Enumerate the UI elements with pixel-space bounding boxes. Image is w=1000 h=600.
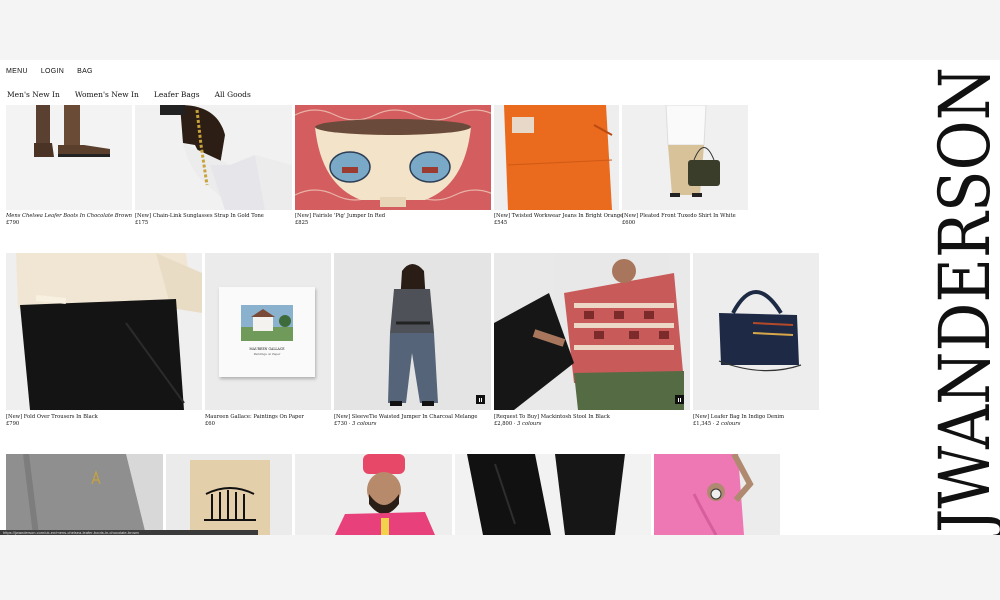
product-tile[interactable]: [Request To Buy] Mackintosh Stool In Bla… <box>494 253 690 428</box>
product-image-bowl <box>295 105 491 210</box>
book-cover: MAUREEN GALLACE Paintings on Paper <box>219 287 315 377</box>
bottom-margin <box>0 535 1000 600</box>
product-image-boots <box>34 105 110 157</box>
product-price: £790 <box>6 421 20 427</box>
product-image-stool-model <box>494 253 684 410</box>
product-image-pink-top <box>654 454 754 535</box>
product-caption: [Request To Buy] Mackintosh Stool In Bla… <box>494 414 610 427</box>
product-name[interactable]: [New] Fold Over Trousers In Black <box>6 414 98 421</box>
product-caption: [New] Leafer Bag In Indigo Denim £1,345 … <box>693 414 784 427</box>
product-image[interactable] <box>6 105 132 210</box>
product-tile[interactable]: [New] Pleated Front Tuxedo Shirt In Whit… <box>622 105 748 235</box>
product-price: £1,345 <box>693 421 712 427</box>
product-caption: [New] Twisted Workwear Jeans In Bright O… <box>494 213 623 227</box>
product-tile[interactable] <box>455 454 651 535</box>
menu-link[interactable]: MENU <box>6 68 28 75</box>
product-name[interactable]: [New] Fairisle 'Pig' Jumper In Red <box>295 213 385 220</box>
product-caption: Mens Chelsea Leafer Boots In Chocolate B… <box>6 213 132 227</box>
product-image[interactable] <box>166 454 292 535</box>
product-image[interactable] <box>135 105 292 210</box>
product-tile[interactable]: [New] Chain-Link Sunglasses Strap In Gol… <box>135 105 292 235</box>
product-image-grey-knit <box>6 454 146 535</box>
product-price: £545 <box>494 220 508 226</box>
product-image-model-chain <box>160 105 292 210</box>
product-tile[interactable]: [New] Leafer Bag In Indigo Denim £1,345 … <box>693 253 819 428</box>
product-name[interactable]: [New] Chain-Link Sunglasses Strap In Gol… <box>135 213 264 220</box>
book-painting <box>241 305 293 341</box>
product-tile[interactable]: [New] Fold Over Trousers In Black £790 <box>6 253 202 428</box>
brand-wordmark: JWANDERSON <box>924 67 1000 535</box>
product-image-leafer-bag <box>718 290 802 372</box>
product-caption: Maureen Gallace: Paintings On Paper £60 <box>205 414 304 428</box>
product-price: £600 <box>622 220 636 226</box>
product-image-chair-book <box>190 460 270 535</box>
product-name[interactable]: Mens Chelsea Leafer Boots In Chocolate B… <box>6 213 132 220</box>
product-tile[interactable] <box>295 454 452 535</box>
product-image-tuxedo-shirt <box>665 105 720 197</box>
category-leafer-bags[interactable]: Leafer Bags <box>154 90 200 99</box>
category-all-goods[interactable]: All Goods <box>215 90 251 99</box>
brand-logo-vertical: JWANDERSON <box>924 67 1000 535</box>
product-caption: [New] Fold Over Trousers In Black £790 <box>6 414 98 428</box>
product-tile[interactable] <box>166 454 292 535</box>
product-caption: [New] Pleated Front Tuxedo Shirt In Whit… <box>622 213 736 227</box>
product-name[interactable]: Maureen Gallace: Paintings On Paper <box>205 414 304 421</box>
product-image-jumper-model <box>388 264 438 406</box>
product-image[interactable]: MAUREEN GALLACE Paintings on Paper <box>205 253 331 410</box>
product-name[interactable]: [Request To Buy] Mackintosh Stool In Bla… <box>494 414 610 421</box>
product-image-black-trousers <box>467 454 625 535</box>
product-image[interactable] <box>455 454 651 535</box>
product-tile[interactable]: MAUREEN GALLACE Paintings on Paper Maure… <box>205 253 331 428</box>
product-price: £790 <box>6 220 20 226</box>
product-caption: [New] SleeveTie Waisted Jumper In Charco… <box>334 414 478 427</box>
product-image-pink-beanie-model <box>335 454 435 535</box>
product-colours: 2 colours <box>716 421 741 427</box>
bag-link[interactable]: BAG <box>77 68 93 75</box>
product-image[interactable] <box>494 105 619 210</box>
product-tile[interactable]: Mens Chelsea Leafer Boots In Chocolate B… <box>6 105 132 235</box>
category-womens-new-in[interactable]: Women's New In <box>75 90 139 99</box>
product-name[interactable]: [New] Twisted Workwear Jeans In Bright O… <box>494 213 623 220</box>
product-price: £175 <box>135 220 149 226</box>
product-image-orange-jeans <box>504 105 613 210</box>
book-subtitle: Paintings on Paper <box>253 352 281 356</box>
product-image[interactable] <box>693 253 819 410</box>
product-tile[interactable] <box>654 454 780 535</box>
product-name[interactable]: [New] Pleated Front Tuxedo Shirt In Whit… <box>622 213 736 220</box>
video-pause-button[interactable] <box>675 395 684 404</box>
product-caption: [New] Fairisle 'Pig' Jumper In Red £825 <box>295 213 385 227</box>
product-price: £2,800 <box>494 421 513 427</box>
product-image[interactable] <box>622 105 748 210</box>
product-image[interactable] <box>494 253 690 410</box>
product-image[interactable] <box>334 253 491 410</box>
product-price: £730 <box>334 421 348 427</box>
product-colours: 3 colours <box>352 421 377 427</box>
product-price: £60 <box>205 421 215 427</box>
product-image[interactable] <box>6 253 202 410</box>
utility-nav: MENU LOGIN BAG <box>6 68 93 75</box>
product-name[interactable]: [New] SleeveTie Waisted Jumper In Charco… <box>334 414 477 421</box>
product-colours: 3 colours <box>517 421 542 427</box>
product-tile[interactable]: [New] Fairisle 'Pig' Jumper In Red £825 <box>295 105 491 235</box>
category-nav: Men's New In Women's New In Leafer Bags … <box>7 90 251 99</box>
product-tile[interactable]: [New] Twisted Workwear Jeans In Bright O… <box>494 105 623 235</box>
product-image[interactable] <box>6 454 163 535</box>
product-price: £825 <box>295 220 309 226</box>
product-tile[interactable] <box>6 454 163 535</box>
book-title: MAUREEN GALLACE <box>249 347 285 351</box>
category-mens-new-in[interactable]: Men's New In <box>7 90 60 99</box>
login-link[interactable]: LOGIN <box>41 68 64 75</box>
video-pause-button[interactable] <box>476 395 485 404</box>
product-image[interactable] <box>295 454 452 535</box>
product-caption: [New] Chain-Link Sunglasses Strap In Gol… <box>135 213 264 227</box>
product-tile[interactable]: [New] SleeveTie Waisted Jumper In Charco… <box>334 253 491 428</box>
brand-logo[interactable]: JWANDERSON <box>921 60 1000 535</box>
product-image-fold-trousers <box>16 253 202 410</box>
page: MENU LOGIN BAG Men's New In Women's New … <box>0 60 1000 535</box>
product-name[interactable]: [New] Leafer Bag In Indigo Denim <box>693 414 784 421</box>
top-margin <box>0 0 1000 60</box>
product-image[interactable] <box>654 454 780 535</box>
product-image[interactable] <box>295 105 491 210</box>
